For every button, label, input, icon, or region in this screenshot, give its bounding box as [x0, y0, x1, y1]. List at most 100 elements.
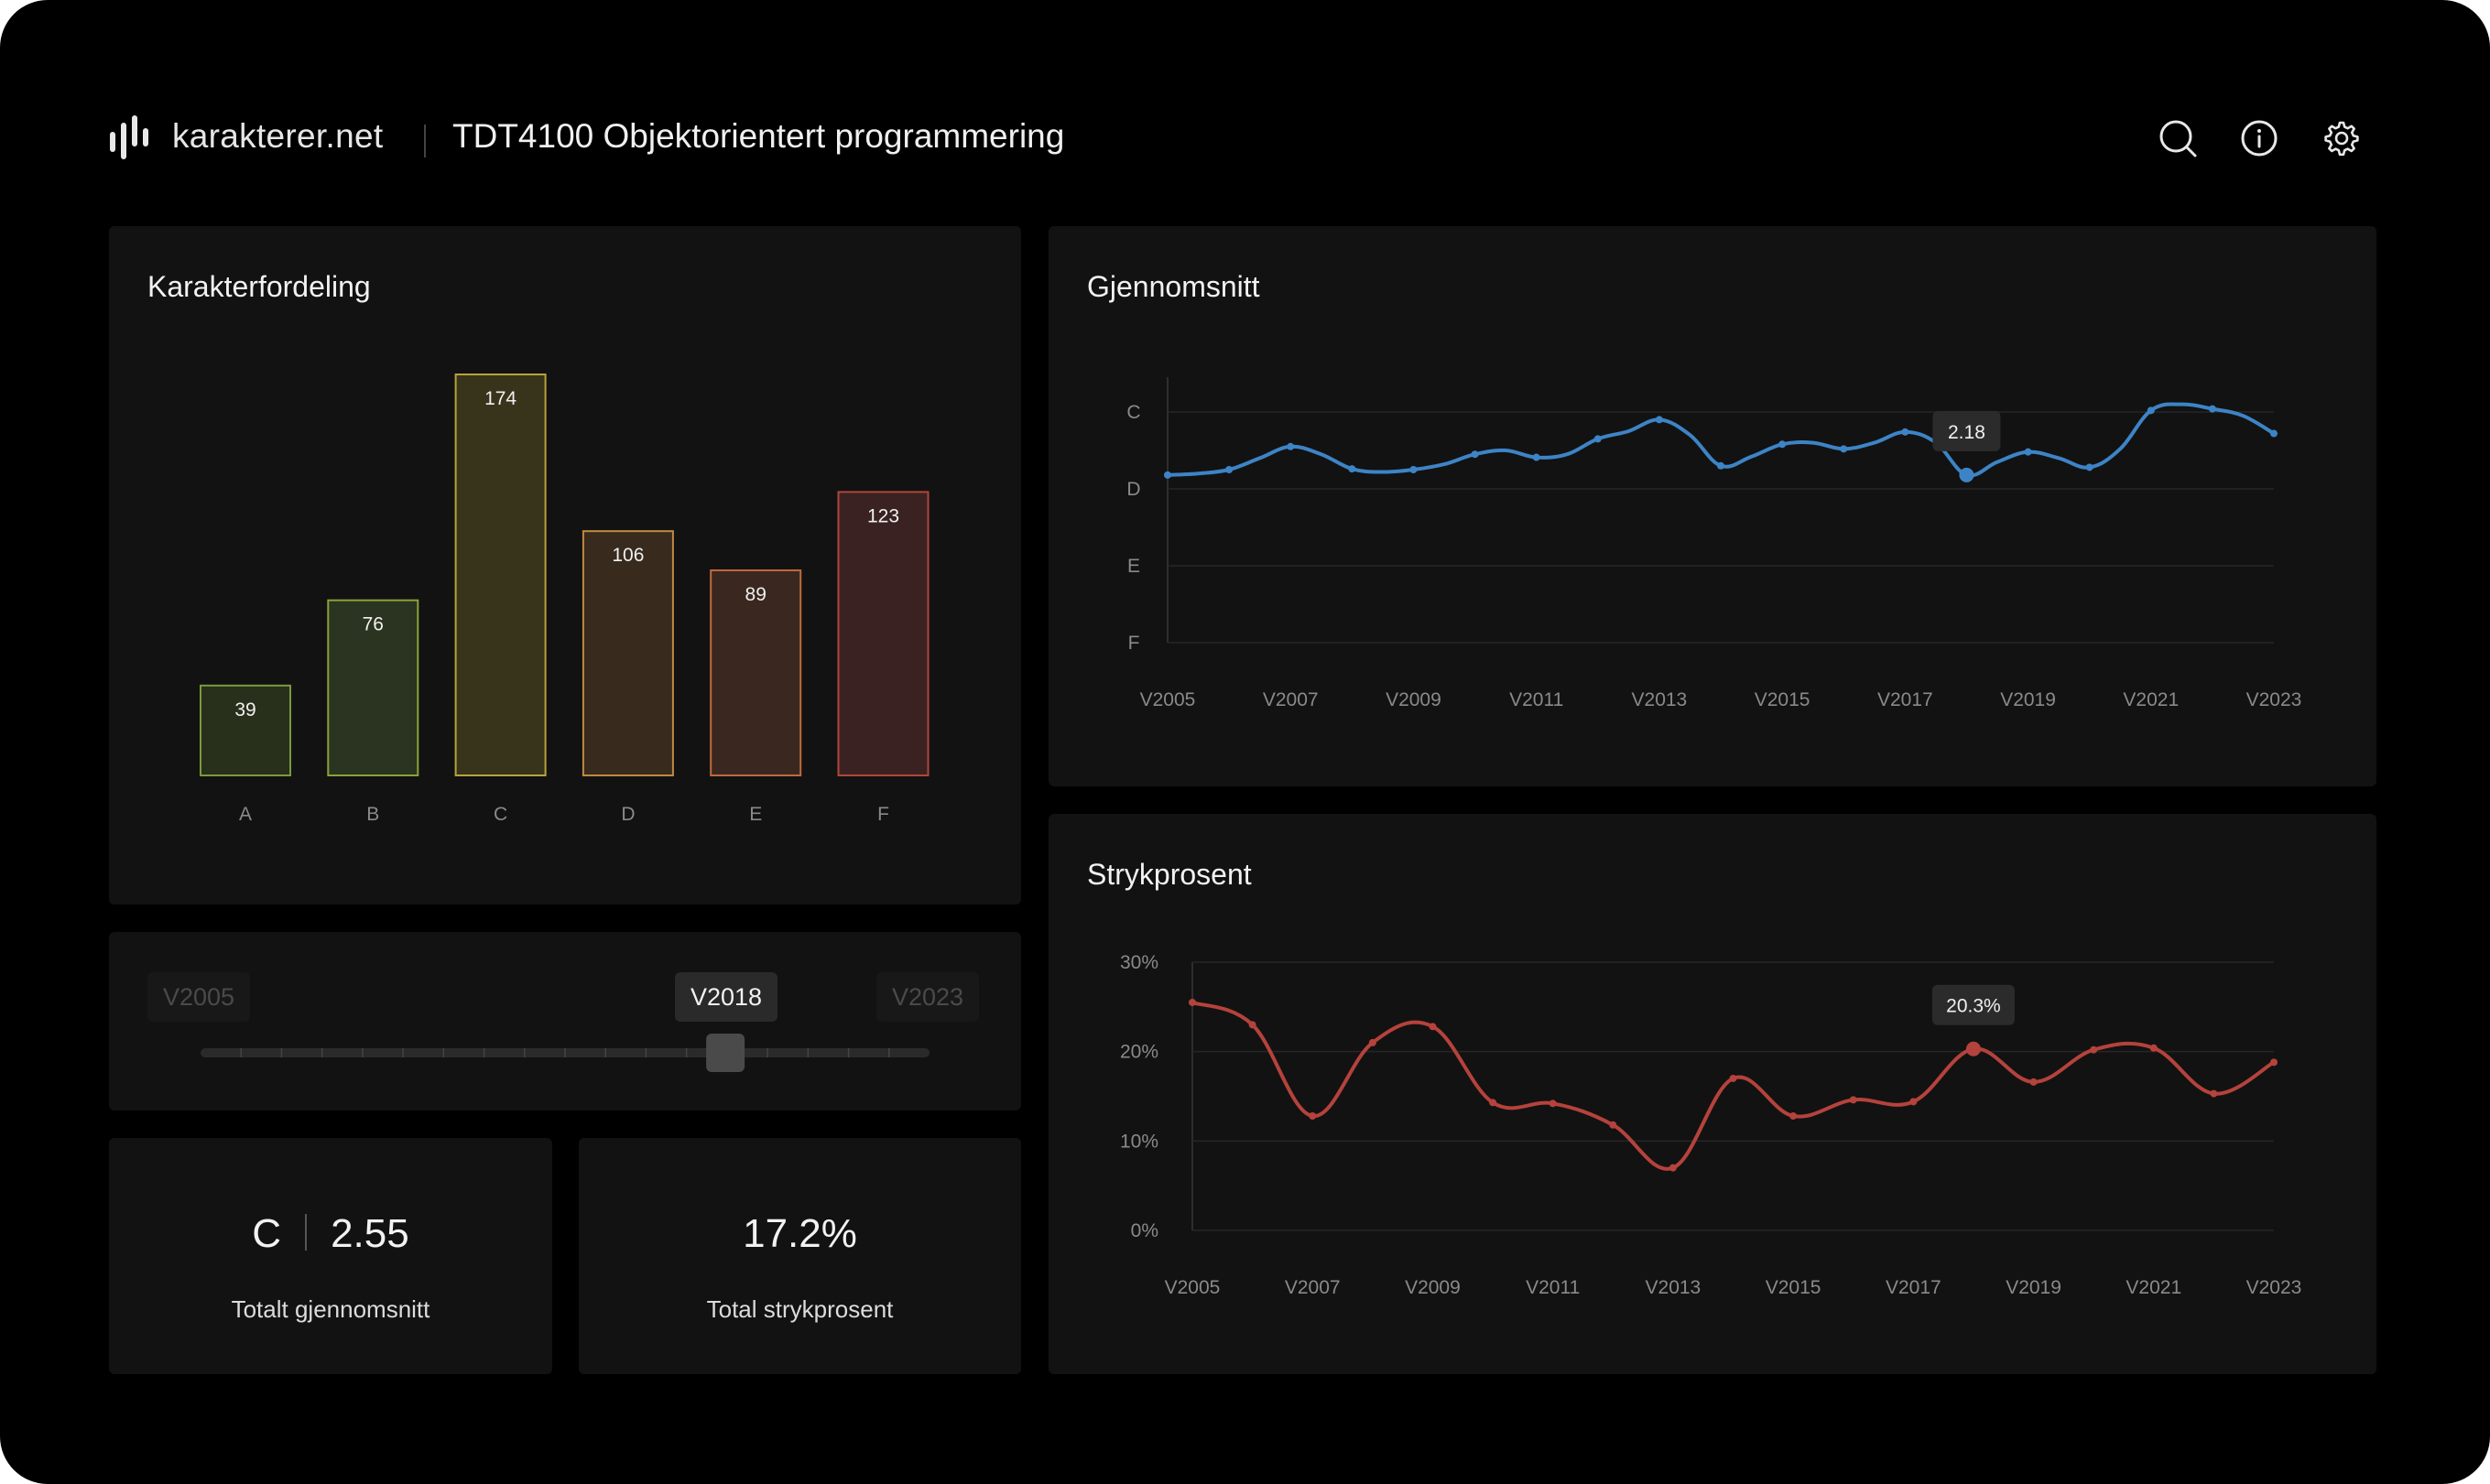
info-button[interactable]: [2238, 117, 2280, 159]
average-stat-label: Totalt gjennomsnitt: [231, 1295, 430, 1323]
y-tick-label: C: [1126, 402, 1140, 423]
failrate-point: [1549, 1099, 1557, 1108]
failrate-point: [1368, 1038, 1376, 1046]
semester-slider[interactable]: [109, 932, 1021, 1110]
bar-value-label: 76: [363, 614, 384, 635]
x-tick-label: V2009: [1405, 1277, 1461, 1298]
average-point: [1409, 466, 1418, 473]
search-icon: [2159, 120, 2197, 157]
failrate-card: Strykprosent 0% 10% 20% 30% V2005 V2007 V2009 V…: [1049, 814, 2376, 1374]
bar-value-label: 174: [484, 388, 516, 409]
average-point: [2085, 463, 2093, 471]
settings-button[interactable]: [2321, 117, 2363, 159]
failrate-point: [1189, 998, 1196, 1006]
average-point: [2024, 448, 2032, 456]
bar-category-label: B: [366, 804, 379, 825]
x-tick-label: V2005: [1165, 1277, 1221, 1298]
y-tick-label: 20%: [1120, 1042, 1158, 1063]
x-tick-label: V2015: [1766, 1277, 1821, 1298]
x-tick-label: V2013: [1632, 689, 1688, 710]
x-tick-label: V2007: [1263, 689, 1319, 710]
average-point: [1287, 442, 1295, 450]
failrate-point: [2149, 1044, 2158, 1052]
failrate-point: [2029, 1078, 2038, 1086]
distribution-card: Karakterfordeling 39 A 76 B 174 C 106 D 89 E 123 F: [109, 226, 1021, 904]
average-point: [1840, 445, 1848, 453]
x-tick-label: V2021: [2126, 1277, 2181, 1298]
average-point: [1532, 453, 1540, 461]
bar-category-label: F: [877, 804, 889, 825]
average-point: [1225, 466, 1234, 473]
failrate-point: [2210, 1089, 2218, 1098]
failrate-point: [1429, 1023, 1437, 1031]
bar-value-label: 123: [867, 505, 899, 526]
x-tick-label: V2023: [2246, 689, 2302, 710]
bar-value-label: 89: [745, 584, 767, 605]
average-point: [1348, 465, 1356, 473]
failrate-point: [1909, 1098, 1918, 1106]
average-point: [1655, 416, 1663, 424]
average-point: [2270, 429, 2278, 438]
failrate-point: [1849, 1096, 1857, 1104]
average-point: [1901, 428, 1909, 436]
average-stat-number: 2.55: [331, 1211, 409, 1256]
stat-separator: [305, 1214, 308, 1251]
average-point: [1164, 471, 1171, 479]
x-tick-label: V2011: [1509, 689, 1563, 710]
average-stat-card: C 2.55 Totalt gjennomsnitt: [109, 1138, 552, 1374]
x-tick-label: V2021: [2123, 689, 2179, 710]
bar-category-label: D: [621, 804, 635, 825]
bar-value-label: 39: [234, 699, 256, 720]
x-tick-label: V2015: [1755, 689, 1810, 710]
average-point: [1593, 435, 1602, 443]
x-tick-label: V2019: [2000, 689, 2056, 710]
y-tick-label: 10%: [1120, 1131, 1158, 1152]
failrate-stat-label: Total strykprosent: [706, 1295, 894, 1323]
bar-c: [454, 374, 547, 776]
info-icon: [2241, 120, 2278, 157]
distribution-chart: 39 A 76 B 174 C 106 D 89 E 123 F: [200, 374, 930, 825]
failrate-highlight-point: [1965, 1041, 1981, 1056]
header-divider: [424, 125, 426, 157]
bar-value-label: 106: [612, 545, 644, 566]
failrate-line: [1191, 1000, 2276, 1171]
app-window: karakterer.net TDT4100 Objektorientert p…: [0, 0, 2490, 1484]
bar-category-label: A: [239, 804, 252, 825]
y-tick-label: D: [1126, 479, 1140, 500]
failrate-point: [1248, 1021, 1256, 1029]
average-point: [1471, 450, 1479, 459]
x-tick-label: V2005: [1140, 689, 1196, 710]
page-title: TDT4100 Objektorientert programmering: [452, 117, 1065, 155]
x-tick-label: V2009: [1386, 689, 1441, 710]
bar-d: [582, 530, 674, 776]
search-button[interactable]: [2157, 117, 2199, 159]
failrate-chart: 0% 10% 20% 30% V2005 V2007 V2009 V2011 V2013 V201…: [1120, 952, 2302, 1298]
y-tick-label: F: [1128, 633, 1140, 654]
failrate-point: [1789, 1111, 1798, 1120]
bar-category-label: E: [749, 804, 762, 825]
failrate-point: [1309, 1111, 1317, 1120]
average-chart: C D E F V2005 V2007 V2009 V2011 V2013 V2015 V2017 V…: [1126, 377, 2302, 710]
failrate-point: [1489, 1099, 1497, 1107]
average-point: [1717, 461, 1724, 470]
failrate-point: [2270, 1058, 2278, 1067]
x-tick-label: V2013: [1646, 1277, 1702, 1298]
failrate-stat-card: 17.2% Total strykprosent: [579, 1138, 1021, 1374]
failrate-point: [1669, 1164, 1677, 1172]
y-tick-label: 0%: [1131, 1220, 1158, 1241]
x-tick-label: V2019: [2006, 1277, 2061, 1298]
average-tooltip-text: 2.18: [1948, 422, 1985, 443]
failrate-point: [2090, 1045, 2098, 1054]
y-tick-label: E: [1127, 556, 1140, 577]
x-tick-label: V2023: [2246, 1277, 2302, 1298]
bar-f: [837, 491, 930, 776]
failrate-point: [1609, 1121, 1617, 1129]
brand-name[interactable]: karakterer.net: [172, 117, 383, 156]
bar-category-label: C: [494, 804, 507, 825]
slider-handle[interactable]: [706, 1034, 745, 1072]
x-tick-label: V2011: [1526, 1277, 1580, 1298]
settings-icon: [2324, 121, 2359, 157]
semester-slider-card: V2005 V2018 V2023: [109, 932, 1021, 1110]
failrate-stat-value: 17.2%: [743, 1211, 857, 1256]
failrate-tooltip-text: 20.3%: [1946, 996, 2001, 1017]
